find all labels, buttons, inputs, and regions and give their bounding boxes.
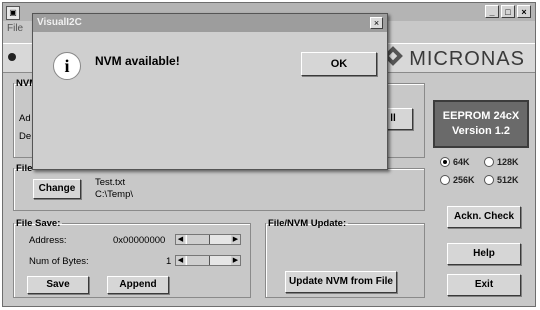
radio-128k-indicator[interactable] <box>484 157 494 167</box>
update-nvm-button[interactable]: Update NVM from File <box>285 271 397 293</box>
menu-file[interactable]: File <box>7 23 23 34</box>
nvm-data-label: De <box>19 131 32 142</box>
bytes-scrollbar[interactable]: ◀ ▶ <box>175 255 241 266</box>
radio-64k-indicator[interactable] <box>440 157 450 167</box>
dialog-title: VisualI2C <box>33 14 387 32</box>
address-label: Address: <box>29 235 67 246</box>
exit-button[interactable]: Exit <box>447 274 521 296</box>
radio-512k-indicator[interactable] <box>484 175 494 185</box>
radio-256k-indicator[interactable] <box>440 175 450 185</box>
info-icon: i <box>53 52 81 80</box>
file-name: Test.txt <box>95 177 126 188</box>
address-value: 0x00000000 <box>113 235 166 246</box>
maximize-button[interactable]: □ <box>501 5 515 18</box>
close-button[interactable]: × <box>517 5 531 18</box>
nvm-address-label: Ad <box>19 113 31 124</box>
num-bytes-value: 1 <box>166 256 172 267</box>
radio-256k-label: 256K <box>453 175 475 185</box>
ok-button[interactable]: OK <box>301 52 377 76</box>
radio-256k[interactable]: 256K <box>440 175 475 185</box>
address-right-arrow-icon[interactable]: ▶ <box>231 235 240 244</box>
bytes-scroll-thumb[interactable] <box>186 256 210 265</box>
radio-512k[interactable]: 512K <box>484 175 519 185</box>
dialog-close-button[interactable]: × <box>370 17 383 29</box>
app-icon[interactable]: ▣ <box>6 6 20 20</box>
radio-128k[interactable]: 128K <box>484 157 519 167</box>
minimize-button[interactable]: _ <box>485 5 499 18</box>
ackn-check-button[interactable]: Ackn. Check <box>447 206 521 228</box>
address-scroll-thumb[interactable] <box>186 235 210 244</box>
window-controls: _ □ × <box>485 5 531 18</box>
save-button[interactable]: Save <box>27 276 89 294</box>
eeprom-version: Version 1.2 <box>451 125 511 137</box>
file-save-legend: File Save: <box>16 218 61 229</box>
eeprom-title: EEPROM 24cX <box>442 110 520 122</box>
num-bytes-label: Num of Bytes: <box>29 256 89 267</box>
pin-icon <box>8 53 16 61</box>
micronas-logo: MICRONAS <box>383 46 525 71</box>
radio-64k[interactable]: 64K <box>440 157 470 167</box>
file-path: C:\Temp\ <box>95 189 134 200</box>
radio-64k-label: 64K <box>453 157 470 167</box>
bytes-right-arrow-icon[interactable]: ▶ <box>231 256 240 265</box>
address-scrollbar[interactable]: ◀ ▶ <box>175 234 241 245</box>
address-left-arrow-icon[interactable]: ◀ <box>176 235 185 244</box>
append-button[interactable]: Append <box>107 276 169 294</box>
logo-text: MICRONAS <box>409 48 525 70</box>
eeprom-panel: EEPROM 24cX Version 1.2 <box>433 100 529 148</box>
nvm-update-legend: File/NVM Update: <box>268 218 347 229</box>
radio-128k-label: 128K <box>497 157 519 167</box>
change-button[interactable]: Change <box>33 179 81 199</box>
dialog-message: NVM available! <box>95 54 180 68</box>
help-button[interactable]: Help <box>447 243 521 265</box>
radio-512k-label: 512K <box>497 175 519 185</box>
message-dialog: VisualI2C × i NVM available! OK <box>32 13 388 170</box>
bytes-left-arrow-icon[interactable]: ◀ <box>176 256 185 265</box>
